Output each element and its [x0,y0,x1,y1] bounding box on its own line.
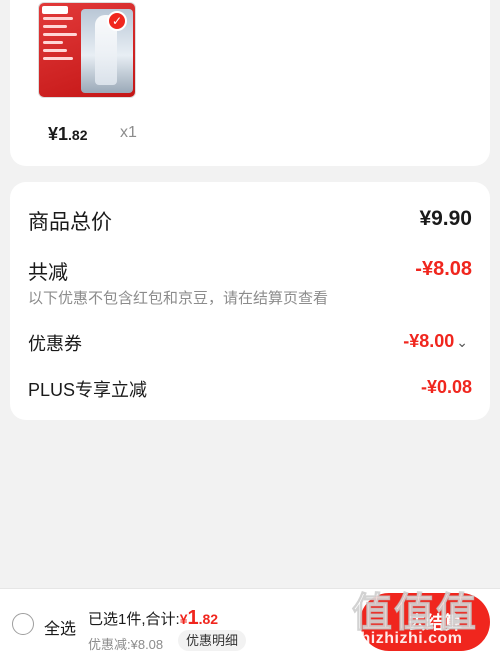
coupon-amount: -¥8.00 [403,331,455,351]
coupon-value[interactable]: -¥8.00 ⌄ [403,331,468,352]
discount-note: 以下优惠不包含红包和京豆，请在结算页查看 [28,290,329,307]
product-price-main: ¥1 [48,124,69,144]
plus-discount-value: -¥0.08 [420,377,472,397]
selected-summary: 已选1件,合计:¥1.82 [88,607,218,630]
brand-logo [42,6,68,14]
price-summary-card: 商品总价 ¥9.90 共减 -¥8.08 以下优惠不包含红包和京豆，请在结算页查… [10,182,490,420]
selected-count-text: 已选1件,合计: [88,611,180,628]
discount-detail-button[interactable]: 优惠明细 [178,630,247,651]
checkout-bar: 全选 已选1件,合计:¥1.82 优惠减:¥8.08 优惠明细 去结算 [0,588,500,658]
total-discount-value: -¥8.08 [415,258,472,280]
product-image-text [43,17,79,65]
product-price: ¥1.82 [48,124,88,145]
total-price-value: ¥9.90 [419,207,472,230]
product-price-decimal: .82 [68,127,88,143]
chevron-down-icon: ⌄ [456,334,468,350]
check-icon: ✓ [107,11,127,31]
total-discount-label: 共减 [28,262,68,284]
discount-summary: 优惠减:¥8.08 [88,637,164,652]
select-all-checkbox[interactable] [12,613,34,635]
sum-integer: 1 [187,607,199,629]
product-card: ✓ ¥1.82 x1 [10,0,490,166]
cart-page: ✓ ¥1.82 x1 商品总价 ¥9.90 共减 -¥8.08 以下优惠不包含红… [0,0,500,658]
total-price-label: 商品总价 [28,211,112,234]
plus-discount-label: PLUS专享立减 [28,380,148,400]
product-quantity: x1 [120,124,137,141]
product-image[interactable]: ✓ [38,2,136,98]
select-all-label[interactable]: 全选 [44,615,76,639]
sum-decimal: .82 [198,611,219,627]
coupon-label: 优惠券 [28,334,82,354]
sum-value: ¥1.82 [180,607,219,629]
checkout-button[interactable]: 去结算 [360,593,490,651]
